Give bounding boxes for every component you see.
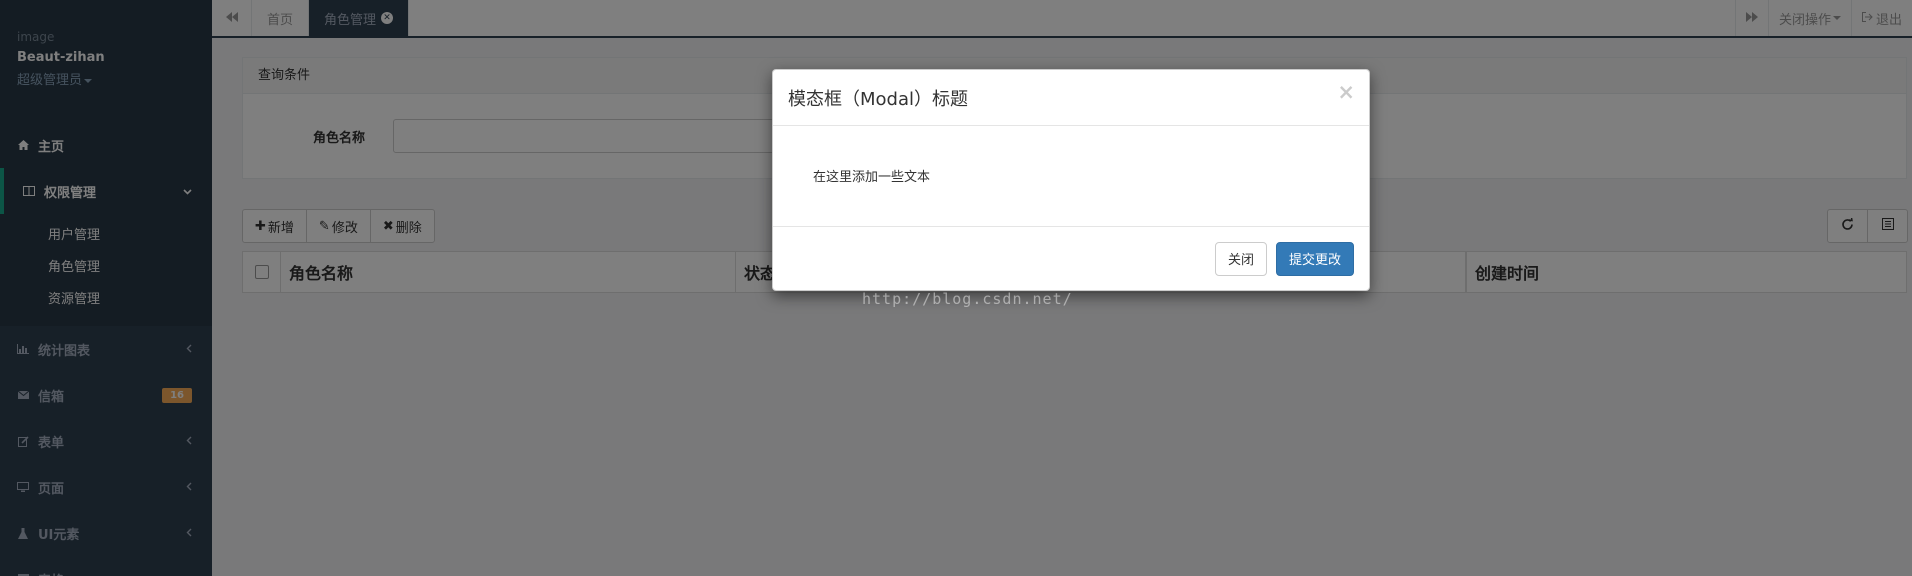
modal-dialog: 模态框（Modal）标题 × 在这里添加一些文本 关闭 提交更改 [772,69,1370,291]
watermark: http://blog.csdn.net/ [862,290,1073,308]
modal-header: 模态框（Modal）标题 × [773,70,1369,126]
modal-footer: 关闭 提交更改 [773,227,1369,290]
submit-changes-button[interactable]: 提交更改 [1275,241,1354,276]
modal-body: 在这里添加一些文本 [773,126,1369,227]
modal-title: 模态框（Modal）标题 [788,88,968,110]
modal-close-button[interactable]: 关闭 [1214,241,1267,276]
close-icon[interactable]: × [1337,82,1355,103]
